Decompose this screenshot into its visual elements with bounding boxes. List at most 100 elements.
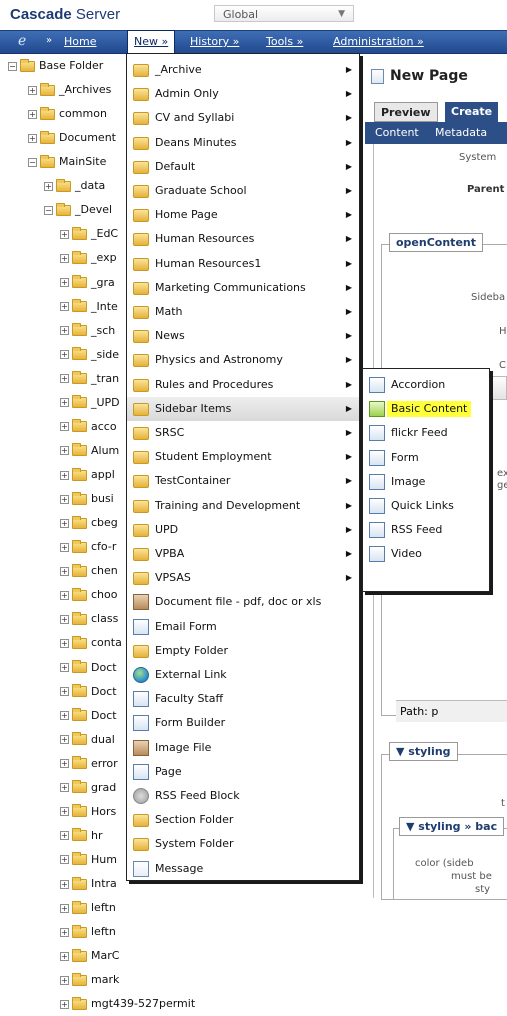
menu-item[interactable]: CV and Syllabi ▶ [127, 106, 359, 130]
expand-icon[interactable]: + [60, 278, 69, 288]
menu-item[interactable]: News ▶ [127, 324, 359, 348]
opencontent-legend[interactable]: openContent [389, 233, 483, 252]
tree-item[interactable]: + Doct [60, 656, 117, 680]
nav-history[interactable]: History » [190, 35, 239, 48]
tree-item[interactable]: + leftn [60, 920, 116, 944]
menu-item[interactable]: Image [363, 470, 489, 494]
tree-item[interactable]: + error [60, 752, 118, 776]
tree-item[interactable]: + _sch [60, 319, 115, 343]
tab-preview[interactable]: Preview [374, 102, 438, 122]
menu-item[interactable]: Basic Content [363, 397, 489, 421]
tree-item[interactable]: + acco [60, 415, 117, 439]
nav-administration[interactable]: Administration » [333, 35, 424, 48]
menu-item[interactable]: Image File [127, 736, 359, 760]
tree-item[interactable]: + cbeg [60, 511, 118, 535]
menu-item[interactable]: Home Page ▶ [127, 203, 359, 227]
tree-item[interactable]: + _UPD [60, 391, 120, 415]
menu-item[interactable]: Graduate School ▶ [127, 179, 359, 203]
menu-item[interactable]: Human Resources1 ▶ [127, 252, 359, 276]
tree-item[interactable]: + Document [28, 126, 116, 150]
expand-icon[interactable]: + [60, 759, 69, 769]
tree-item[interactable]: + _exp [60, 246, 117, 270]
expand-icon[interactable]: + [60, 398, 69, 408]
expand-icon[interactable]: + [60, 951, 69, 961]
expand-icon[interactable]: + [60, 879, 69, 889]
tree-item[interactable]: + Doct [60, 680, 117, 704]
menu-item[interactable]: Marketing Communications ▶ [127, 276, 359, 300]
expand-icon[interactable]: + [60, 422, 69, 432]
tree-item[interactable]: + grad [60, 776, 116, 800]
expand-icon[interactable]: + [60, 350, 69, 360]
tree-item[interactable]: + common [28, 102, 107, 126]
expand-icon[interactable]: + [60, 638, 69, 648]
tree-item[interactable]: + _gra [60, 271, 115, 295]
tree-item[interactable]: + choo [60, 583, 117, 607]
app-logo[interactable]: Cascade Server [10, 6, 120, 23]
expand-icon[interactable]: + [60, 687, 69, 697]
menu-item[interactable]: UPD ▶ [127, 518, 359, 542]
tree-item[interactable]: + appl [60, 463, 115, 487]
expand-icon[interactable]: + [60, 614, 69, 624]
expand-icon[interactable]: + [28, 133, 37, 143]
styling-legend[interactable]: ▼ styling [389, 742, 458, 761]
expand-icon[interactable]: + [44, 181, 53, 191]
expand-icon[interactable]: + [60, 590, 69, 600]
expand-icon[interactable]: + [60, 783, 69, 793]
tree-item[interactable]: + dual [60, 728, 115, 752]
menu-item[interactable]: Empty Folder [127, 639, 359, 663]
menu-item[interactable]: Form Builder [127, 711, 359, 735]
tree-item[interactable]: − _Devel [44, 198, 112, 222]
menu-item[interactable]: SRSC ▶ [127, 421, 359, 445]
tree-item[interactable]: + Alum [60, 439, 119, 463]
expand-icon[interactable]: + [60, 229, 69, 239]
menu-item[interactable]: VPBA ▶ [127, 542, 359, 566]
expand-icon[interactable]: + [60, 446, 69, 456]
tree-item[interactable]: − MainSite [28, 150, 106, 174]
menu-item[interactable]: Video [363, 542, 489, 566]
menu-item[interactable]: flickr Feed [363, 421, 489, 445]
menu-item[interactable]: Message [127, 857, 359, 881]
tree-item[interactable]: + MarC [60, 944, 119, 968]
tree-item[interactable]: + _side [60, 343, 119, 367]
expand-icon[interactable]: + [60, 831, 69, 841]
styling-bac-legend[interactable]: ▼ styling » bac [399, 817, 505, 836]
menu-item[interactable]: Deans Minutes ▶ [127, 131, 359, 155]
tree-item[interactable]: + chen [60, 559, 118, 583]
tree-item[interactable]: + Hum [60, 848, 117, 872]
tree-item[interactable]: + leftn [60, 896, 116, 920]
nav-tools[interactable]: Tools » [266, 35, 303, 48]
collapse-icon[interactable]: − [8, 61, 17, 71]
tab-create[interactable]: Create [445, 102, 499, 122]
tree-item[interactable]: + busi [60, 487, 114, 511]
expand-icon[interactable]: + [60, 566, 69, 576]
expand-icon[interactable]: + [60, 470, 69, 480]
menu-item[interactable]: Faculty Staff [127, 687, 359, 711]
expand-icon[interactable]: + [60, 253, 69, 263]
nav-home[interactable]: Home [64, 35, 96, 48]
expand-icon[interactable]: + [28, 109, 37, 119]
menu-item[interactable]: Sidebar Items ▶ [127, 396, 359, 421]
menu-item[interactable]: Email Form [127, 615, 359, 639]
menu-item[interactable]: Page [127, 760, 359, 784]
tree-item[interactable]: + Hors [60, 800, 116, 824]
menu-item[interactable]: Human Resources ▶ [127, 227, 359, 251]
tree-item[interactable]: + _Archives [28, 78, 111, 102]
menu-item[interactable]: External Link [127, 663, 359, 687]
menu-item[interactable]: Admin Only ▶ [127, 82, 359, 106]
menu-item[interactable]: Section Folder [127, 808, 359, 832]
menu-item[interactable]: Form [363, 446, 489, 470]
tree-item[interactable]: + _data [44, 174, 105, 198]
menu-item[interactable]: Quick Links [363, 494, 489, 518]
tree-item[interactable]: + hr [60, 824, 103, 848]
menu-item[interactable]: Math ▶ [127, 300, 359, 324]
tree-item[interactable]: + Intra [60, 872, 117, 896]
menu-item[interactable]: System Folder [127, 832, 359, 856]
expand-icon[interactable]: + [60, 807, 69, 817]
menu-item[interactable]: Rules and Procedures ▶ [127, 373, 359, 397]
expand-icon[interactable]: + [60, 711, 69, 721]
chevron-double-down-icon[interactable]: » [46, 35, 52, 46]
expand-icon[interactable]: + [60, 855, 69, 865]
tree-item[interactable]: + Doct [60, 704, 117, 728]
site-select[interactable]: Global ▼ [214, 5, 354, 22]
expand-icon[interactable]: + [60, 326, 69, 336]
